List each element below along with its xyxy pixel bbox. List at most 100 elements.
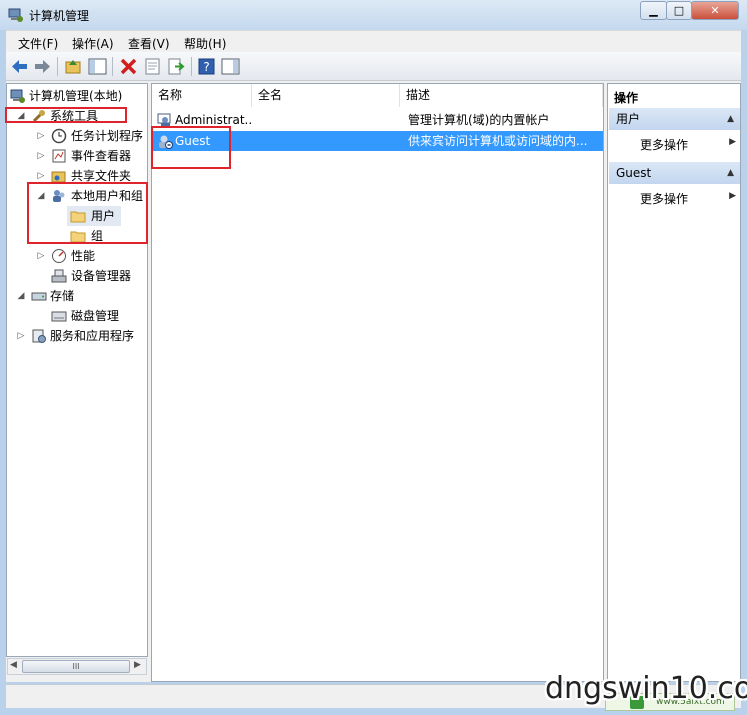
- section-label: Guest: [616, 166, 652, 180]
- tree-label: 存储: [50, 289, 75, 303]
- tools-icon: [32, 110, 45, 123]
- tree-label: 组: [91, 229, 104, 243]
- tree-label: 计算机管理(本地): [29, 89, 123, 103]
- tree-label: 磁盘管理: [71, 309, 120, 323]
- tree-item-local-users-and-groups[interactable]: ◢ 本地用户和组: [7, 186, 147, 206]
- tree-horizontal-scrollbar[interactable]: ◀ III ▶: [7, 658, 147, 675]
- tree-item-device-manager[interactable]: 设备管理器: [7, 266, 147, 286]
- action-label: 更多操作: [640, 138, 689, 152]
- scroll-thumb[interactable]: III: [22, 660, 130, 673]
- menu-action[interactable]: 操作(A): [72, 35, 114, 52]
- user-icon: [157, 113, 171, 127]
- tree-label: 服务和应用程序: [50, 329, 135, 343]
- device-manager-icon: [51, 269, 67, 283]
- tree-label: 事件查看器: [71, 149, 132, 163]
- tree-item-shared-folders[interactable]: ▷ 共享文件夹: [7, 166, 147, 186]
- folder-icon: [70, 231, 86, 243]
- menu-file[interactable]: 文件(F): [18, 35, 58, 52]
- services-icon: [32, 329, 46, 343]
- collapse-arrow-icon[interactable]: ◢: [16, 286, 26, 306]
- collapse-up-icon[interactable]: ▲: [727, 162, 734, 184]
- tree-item-services-and-applications[interactable]: ▷ 服务和应用程序: [7, 326, 147, 346]
- users-icon: [53, 190, 65, 202]
- collapse-arrow-icon[interactable]: ◢: [36, 186, 46, 206]
- tree-item-users[interactable]: 用户: [67, 206, 121, 226]
- tree-label: 性能: [71, 249, 96, 263]
- tree-label: 本地用户和组: [71, 189, 144, 203]
- column-header-name[interactable]: 名称: [152, 84, 252, 107]
- delete-icon[interactable]: [119, 57, 138, 76]
- list-item-guest[interactable]: Guest 供来宾访问计算机或访问域的内...: [153, 131, 603, 151]
- actions-pane: 操作 用户 ▲ 更多操作 ▶ Guest ▲ 更多操作 ▶: [607, 83, 741, 682]
- minimize-button[interactable]: ▁: [640, 1, 667, 20]
- tree-label: 任务计划程序: [71, 129, 144, 143]
- expand-arrow-icon[interactable]: ▷: [16, 326, 26, 346]
- expand-arrow-icon[interactable]: ▷: [36, 166, 46, 186]
- toolbar: ?: [6, 52, 741, 81]
- computer-management-icon: [8, 8, 23, 22]
- expand-arrow-icon[interactable]: ▷: [36, 146, 46, 166]
- list-item-administrator[interactable]: Administrat... 管理计算机(域)的内置帐户: [153, 110, 603, 130]
- cell-description: 供来宾访问计算机或访问域的内...: [408, 134, 588, 148]
- maximize-button[interactable]: □: [666, 1, 692, 20]
- help-icon[interactable]: ?: [197, 57, 216, 76]
- actions-title: 操作: [614, 91, 639, 105]
- tree-item-disk-management[interactable]: 磁盘管理: [7, 306, 147, 326]
- tree-label: 用户: [91, 209, 116, 223]
- cell-description: 管理计算机(域)的内置帐户: [408, 113, 550, 127]
- show-hide-tree-icon[interactable]: [88, 57, 107, 76]
- submenu-arrow-icon: ▶: [729, 137, 736, 147]
- actions-section-users[interactable]: 用户 ▲: [609, 108, 740, 130]
- storage-icon: [31, 292, 47, 301]
- show-hide-action-pane-icon[interactable]: [221, 57, 240, 76]
- disk-icon: [51, 311, 67, 322]
- tree-item-storage[interactable]: ◢ 存储: [7, 286, 147, 306]
- scroll-left-arrow-icon[interactable]: ◀: [10, 660, 17, 670]
- action-label: 更多操作: [640, 192, 689, 206]
- tree-label: 共享文件夹: [71, 169, 132, 183]
- more-actions-guest[interactable]: 更多操作 ▶: [640, 190, 738, 207]
- folder-icon: [70, 211, 86, 223]
- computer-management-icon: [10, 89, 25, 103]
- svg-text:?: ?: [203, 60, 209, 74]
- shared-folder-icon: [51, 171, 66, 183]
- tree-item-groups[interactable]: 组: [67, 226, 121, 246]
- menu-view[interactable]: 查看(V): [128, 35, 170, 52]
- event-viewer-icon: [52, 149, 66, 163]
- user-list-view: 名称 全名 描述 Administrat... 管理计算机(域)的内置帐户 Gu…: [151, 83, 604, 682]
- export-list-icon[interactable]: [167, 57, 186, 76]
- tree-label: 系统工具: [50, 109, 99, 123]
- expand-arrow-icon[interactable]: ▷: [36, 246, 46, 266]
- tree-label: 设备管理器: [71, 269, 132, 283]
- navigation-tree: 计算机管理(本地) ◢ 系统工具 ▷ 任务计划程序 ▷ 事件查看器 ▷ 共享文件…: [6, 83, 148, 657]
- column-header-fullname[interactable]: 全名: [252, 84, 400, 107]
- tree-item-computer-management[interactable]: 计算机管理(本地): [7, 86, 147, 106]
- collapse-up-icon[interactable]: ▲: [727, 108, 734, 130]
- up-folder-icon[interactable]: [64, 57, 83, 76]
- tree-item-system-tools[interactable]: ◢ 系统工具: [7, 106, 147, 126]
- cell-name: Administrat...: [175, 113, 253, 127]
- close-button[interactable]: ✕: [691, 1, 739, 20]
- menu-help[interactable]: 帮助(H): [184, 35, 226, 52]
- title-bar: 计算机管理 ▁ □ ✕: [0, 0, 747, 30]
- window-title: 计算机管理: [29, 9, 90, 23]
- column-header-description[interactable]: 描述: [400, 84, 603, 107]
- tree-item-task-scheduler[interactable]: ▷ 任务计划程序: [7, 126, 147, 146]
- disabled-user-icon: [159, 135, 173, 149]
- tree-item-event-viewer[interactable]: ▷ 事件查看器: [7, 146, 147, 166]
- performance-icon: [52, 249, 66, 263]
- menu-bar: 文件(F) 操作(A) 查看(V) 帮助(H): [6, 30, 741, 52]
- watermark-text: dngswin10.com: [545, 671, 747, 706]
- forward-arrow-icon[interactable]: [33, 57, 52, 76]
- tree-item-performance[interactable]: ▷ 性能: [7, 246, 147, 266]
- scroll-right-arrow-icon[interactable]: ▶: [134, 660, 141, 670]
- actions-section-guest[interactable]: Guest ▲: [609, 162, 740, 184]
- properties-icon[interactable]: [143, 57, 162, 76]
- back-arrow-icon[interactable]: [10, 57, 29, 76]
- expand-arrow-icon[interactable]: ▷: [36, 126, 46, 146]
- clock-icon: [51, 128, 67, 144]
- submenu-arrow-icon: ▶: [729, 191, 736, 201]
- cell-name: Guest: [175, 134, 211, 148]
- more-actions-users[interactable]: 更多操作 ▶: [640, 136, 738, 153]
- expand-arrow-icon[interactable]: ◢: [16, 106, 26, 126]
